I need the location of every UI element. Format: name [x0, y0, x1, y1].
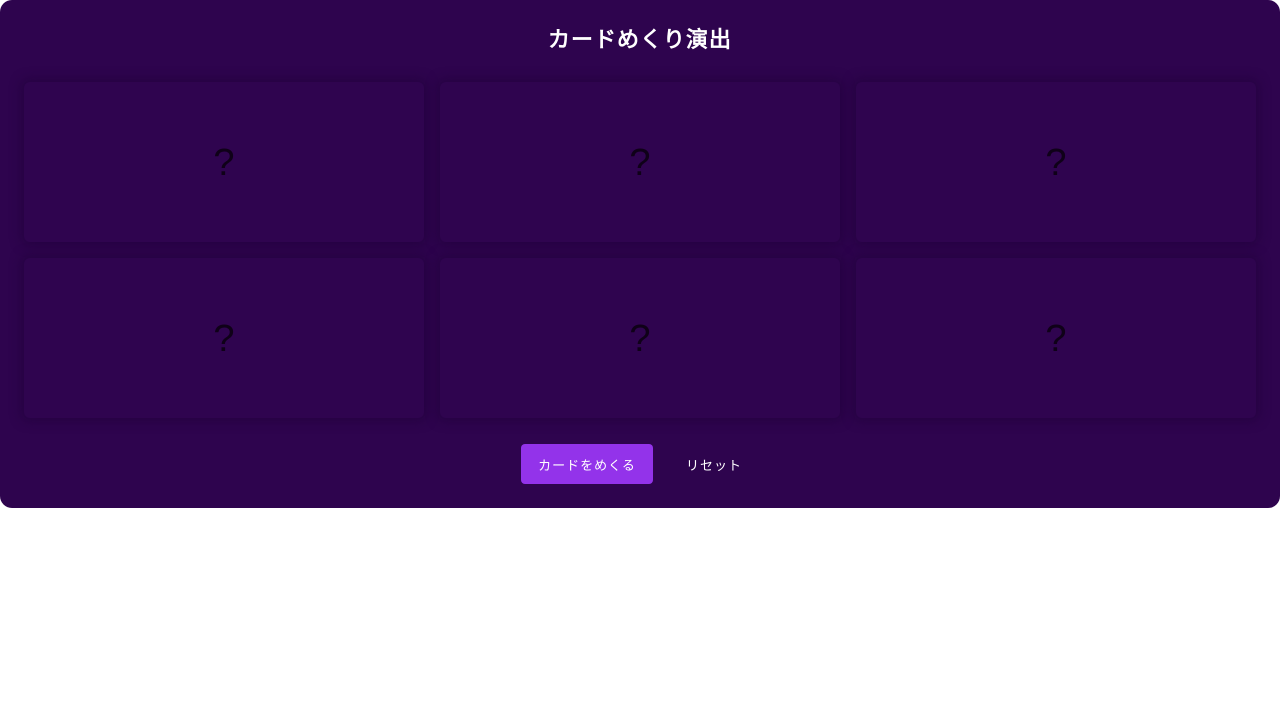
card-6[interactable]: ?: [856, 258, 1256, 418]
flip-cards-button[interactable]: カードをめくる: [521, 444, 653, 484]
card-back-question-mark: ?: [629, 142, 651, 184]
card-back-question-mark: ?: [1045, 142, 1067, 184]
card-1[interactable]: ?: [24, 82, 424, 242]
card-back-question-mark: ?: [1045, 318, 1067, 360]
card-flip-panel: カードめくり演出 ? ? ? ? ? ? カードをめくる リセット: [0, 0, 1280, 508]
action-bar: カードをめくる リセット: [0, 444, 1280, 484]
reset-button[interactable]: リセット: [669, 444, 759, 484]
card-3[interactable]: ?: [856, 82, 1256, 242]
card-back-question-mark: ?: [629, 318, 651, 360]
card-back-question-mark: ?: [213, 142, 235, 184]
card-2[interactable]: ?: [440, 82, 840, 242]
card-5[interactable]: ?: [440, 258, 840, 418]
card-grid: ? ? ? ? ? ?: [24, 82, 1256, 418]
card-back-question-mark: ?: [213, 318, 235, 360]
page-title: カードめくり演出: [547, 28, 732, 53]
card-4[interactable]: ?: [24, 258, 424, 418]
